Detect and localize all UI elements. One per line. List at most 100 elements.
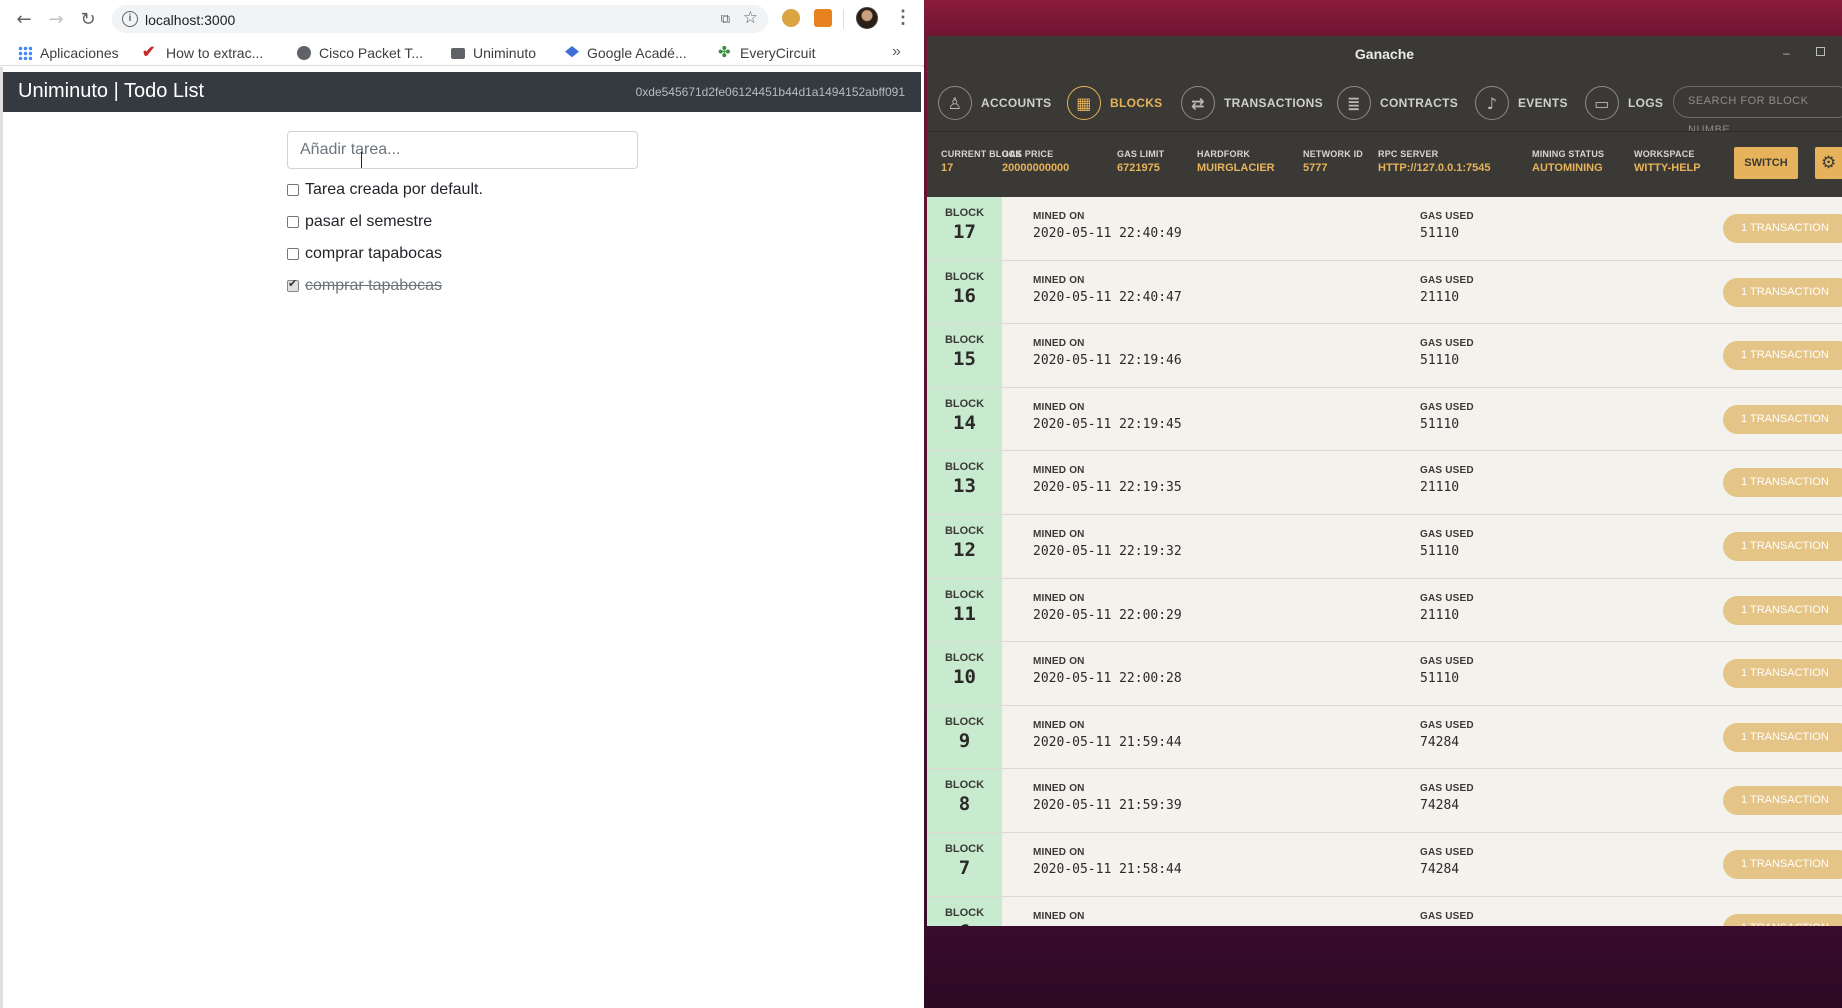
mined-on-value: 2020-05-11 22:19:32 xyxy=(1033,543,1182,559)
mined-on-label: MINED ON xyxy=(1033,465,1085,477)
task-item[interactable]: comprar tapabocas xyxy=(287,244,442,264)
transaction-count-badge[interactable]: 1 TRANSACTION xyxy=(1723,849,1842,879)
task-item[interactable]: pasar el semestre xyxy=(287,212,432,232)
block-row[interactable]: BLOCK 14 MINED ON 2020-05-11 22:19:45 GAS US… xyxy=(927,387,1842,452)
mined-on-value: 2020-05-11 21:58:44 xyxy=(1033,861,1182,877)
task-item-completed[interactable]: comprar tapabocas xyxy=(287,276,442,296)
minimize-icon[interactable]: – xyxy=(1783,46,1790,60)
gas-used-cell: GAS USED xyxy=(1420,911,1474,926)
bookmark-cisco[interactable]: Cisco Packet T... xyxy=(297,43,423,63)
status-value: 5777 xyxy=(1303,162,1328,174)
kebab-menu-icon[interactable]: ⋮ xyxy=(894,7,912,28)
nav-events[interactable]: ♪ EVENTS xyxy=(1475,86,1568,120)
transaction-count-badge[interactable]: 1 TRANSACTION xyxy=(1723,404,1842,434)
nav-transactions[interactable]: ⇄ TRANSACTIONS xyxy=(1181,86,1323,120)
block-row[interactable]: BLOCK 8 MINED ON 2020-05-11 21:59:39 GAS USE… xyxy=(927,769,1842,833)
gas-used-value: 74284 xyxy=(1420,861,1460,877)
status-value: HTTP://127.0.0.1:7545 xyxy=(1378,162,1491,174)
block-row[interactable]: BLOCK 15 MINED ON 2020-05-11 22:19:46 GAS US… xyxy=(927,324,1842,388)
block-number-cell: BLOCK 14 xyxy=(927,387,1002,451)
gas-used-value: 74284 xyxy=(1420,734,1460,750)
settings-gear-icon[interactable]: ⚙ xyxy=(1815,147,1842,179)
blocks-list: BLOCK 17 MINED ON 2020-05-11 22:40:49 GAS US… xyxy=(927,197,1842,926)
block-row[interactable]: BLOCK 10 MINED ON 2020-05-11 22:00:28 GAS US… xyxy=(927,642,1842,706)
nav-label: TRANSACTIONS xyxy=(1224,96,1323,110)
account-address: 0xde545671d2fe06124451b44d1a1494152abff0… xyxy=(635,85,905,99)
toolbar-divider xyxy=(843,9,844,29)
block-label: BLOCK xyxy=(944,270,985,283)
gas-used-label: GAS USED xyxy=(1420,846,1474,858)
info-icon[interactable]: i xyxy=(122,11,138,27)
transaction-count-badge[interactable]: 1 TRANSACTION xyxy=(1723,214,1842,243)
bookmark-google-academico[interactable]: Google Acadé... xyxy=(565,43,687,63)
mined-on-cell: MINED ON 2020-05-11 22:19:35 xyxy=(1033,465,1182,495)
gas-used-label: GAS USED xyxy=(1420,719,1474,731)
maximize-icon[interactable] xyxy=(1816,47,1825,56)
block-number-cell: BLOCK 12 xyxy=(927,514,1002,578)
arrows-icon: ⇄ xyxy=(1181,86,1215,120)
block-row[interactable]: BLOCK 6 MINED ON GAS USED 1 TRANSACTION xyxy=(927,896,1842,926)
task-checkbox[interactable] xyxy=(287,248,299,260)
transaction-count-badge[interactable]: 1 TRANSACTION xyxy=(1723,913,1842,926)
block-row[interactable]: BLOCK 7 MINED ON 2020-05-11 21:58:44 GAS USE… xyxy=(927,832,1842,897)
metamask-fox-icon[interactable] xyxy=(814,9,832,27)
switch-workspace-button[interactable]: SWITCH xyxy=(1734,147,1798,179)
todo-navbar: Uniminuto | Todo List 0xde545671d2fe0612… xyxy=(3,72,921,112)
nav-accounts[interactable]: ♙ ACCOUNTS xyxy=(938,86,1051,120)
nav-contracts[interactable]: ≣ CONTRACTS xyxy=(1337,86,1458,120)
app-brand[interactable]: Uniminuto | Todo List xyxy=(18,80,204,103)
forward-arrow-icon[interactable]: → xyxy=(44,7,68,31)
transaction-count-badge[interactable]: 1 TRANSACTION xyxy=(1723,341,1842,371)
block-row[interactable]: BLOCK 12 MINED ON 2020-05-11 22:19:32 GAS US… xyxy=(927,514,1842,579)
bookmark-label: Cisco Packet T... xyxy=(319,45,424,61)
block-row[interactable]: BLOCK 16 MINED ON 2020-05-11 22:40:47 GAS US… xyxy=(927,260,1842,325)
nav-label: BLOCKS xyxy=(1110,96,1163,110)
browser-toolbar: ← → ↻ i localhost:3000 ⧉ ☆ ⋮ xyxy=(0,0,924,38)
bookmark-star-icon[interactable]: ☆ xyxy=(743,8,758,28)
transaction-count-badge[interactable]: 1 TRANSACTION xyxy=(1723,659,1842,689)
url-text[interactable]: localhost:3000 xyxy=(145,12,235,28)
task-checkbox-checked[interactable] xyxy=(287,277,299,292)
block-row[interactable]: BLOCK 17 MINED ON 2020-05-11 22:40:49 GAS US… xyxy=(927,197,1842,261)
nav-blocks[interactable]: ▦ BLOCKS xyxy=(1067,86,1162,120)
transaction-count-badge[interactable]: 1 TRANSACTION xyxy=(1723,531,1842,561)
cookie-extension-icon[interactable] xyxy=(782,9,800,27)
add-task-input[interactable] xyxy=(287,131,638,169)
transaction-count-badge[interactable]: 1 TRANSACTION xyxy=(1723,595,1842,625)
back-arrow-icon[interactable]: ← xyxy=(12,7,36,31)
bookmarks-overflow-button[interactable]: » xyxy=(892,43,901,61)
task-label: comprar tapabocas xyxy=(305,277,442,294)
address-bar[interactable]: i localhost:3000 ⧉ ☆ xyxy=(112,5,768,33)
bookmark-how-to-extract[interactable]: ✔ How to extrac... xyxy=(142,43,263,63)
gas-used-label: GAS USED xyxy=(1420,592,1474,604)
bookmark-aplicaciones[interactable]: Aplicaciones xyxy=(18,43,119,63)
block-label: BLOCK xyxy=(944,842,985,855)
translate-icon[interactable]: ⧉ xyxy=(721,11,730,27)
person-icon: ♙ xyxy=(938,86,972,120)
block-label: BLOCK xyxy=(944,779,985,792)
block-row[interactable]: BLOCK 11 MINED ON 2020-05-11 22:00:29 GAS US… xyxy=(927,578,1842,643)
transaction-count-badge[interactable]: 1 TRANSACTION xyxy=(1723,722,1842,752)
profile-avatar[interactable] xyxy=(856,7,878,29)
status-value: AUTOMINING xyxy=(1532,162,1603,174)
transaction-count-badge[interactable]: 1 TRANSACTION xyxy=(1723,468,1842,498)
block-row[interactable]: BLOCK 13 MINED ON 2020-05-11 22:19:35 GAS US… xyxy=(927,451,1842,515)
mined-on-cell: MINED ON 2020-05-11 21:59:44 xyxy=(1033,720,1182,750)
task-checkbox[interactable] xyxy=(287,216,299,228)
task-item[interactable]: Tarea creada por default. xyxy=(287,180,483,200)
block-search-input[interactable]: SEARCH FOR BLOCK NUMBE xyxy=(1673,86,1842,136)
bookmark-everycircuit[interactable]: ✤ EveryCircuit xyxy=(718,43,815,63)
status-key: WORKSPACE xyxy=(1634,149,1695,159)
transaction-count-badge[interactable]: 1 TRANSACTION xyxy=(1723,786,1842,816)
bookmark-uniminuto[interactable]: Uniminuto xyxy=(451,43,536,63)
nav-logs[interactable]: ▭ LOGS xyxy=(1585,86,1663,120)
block-label: BLOCK xyxy=(944,334,985,347)
transaction-count-badge[interactable]: 1 TRANSACTION xyxy=(1723,277,1842,307)
block-number: 14 xyxy=(953,411,976,434)
gas-used-value: 51110 xyxy=(1420,226,1460,241)
block-row[interactable]: BLOCK 9 MINED ON 2020-05-11 21:59:44 GAS USE… xyxy=(927,705,1842,770)
text-cursor xyxy=(361,152,363,168)
task-checkbox[interactable] xyxy=(287,184,299,196)
block-number: 7 xyxy=(958,856,971,879)
reload-icon[interactable]: ↻ xyxy=(76,7,100,31)
